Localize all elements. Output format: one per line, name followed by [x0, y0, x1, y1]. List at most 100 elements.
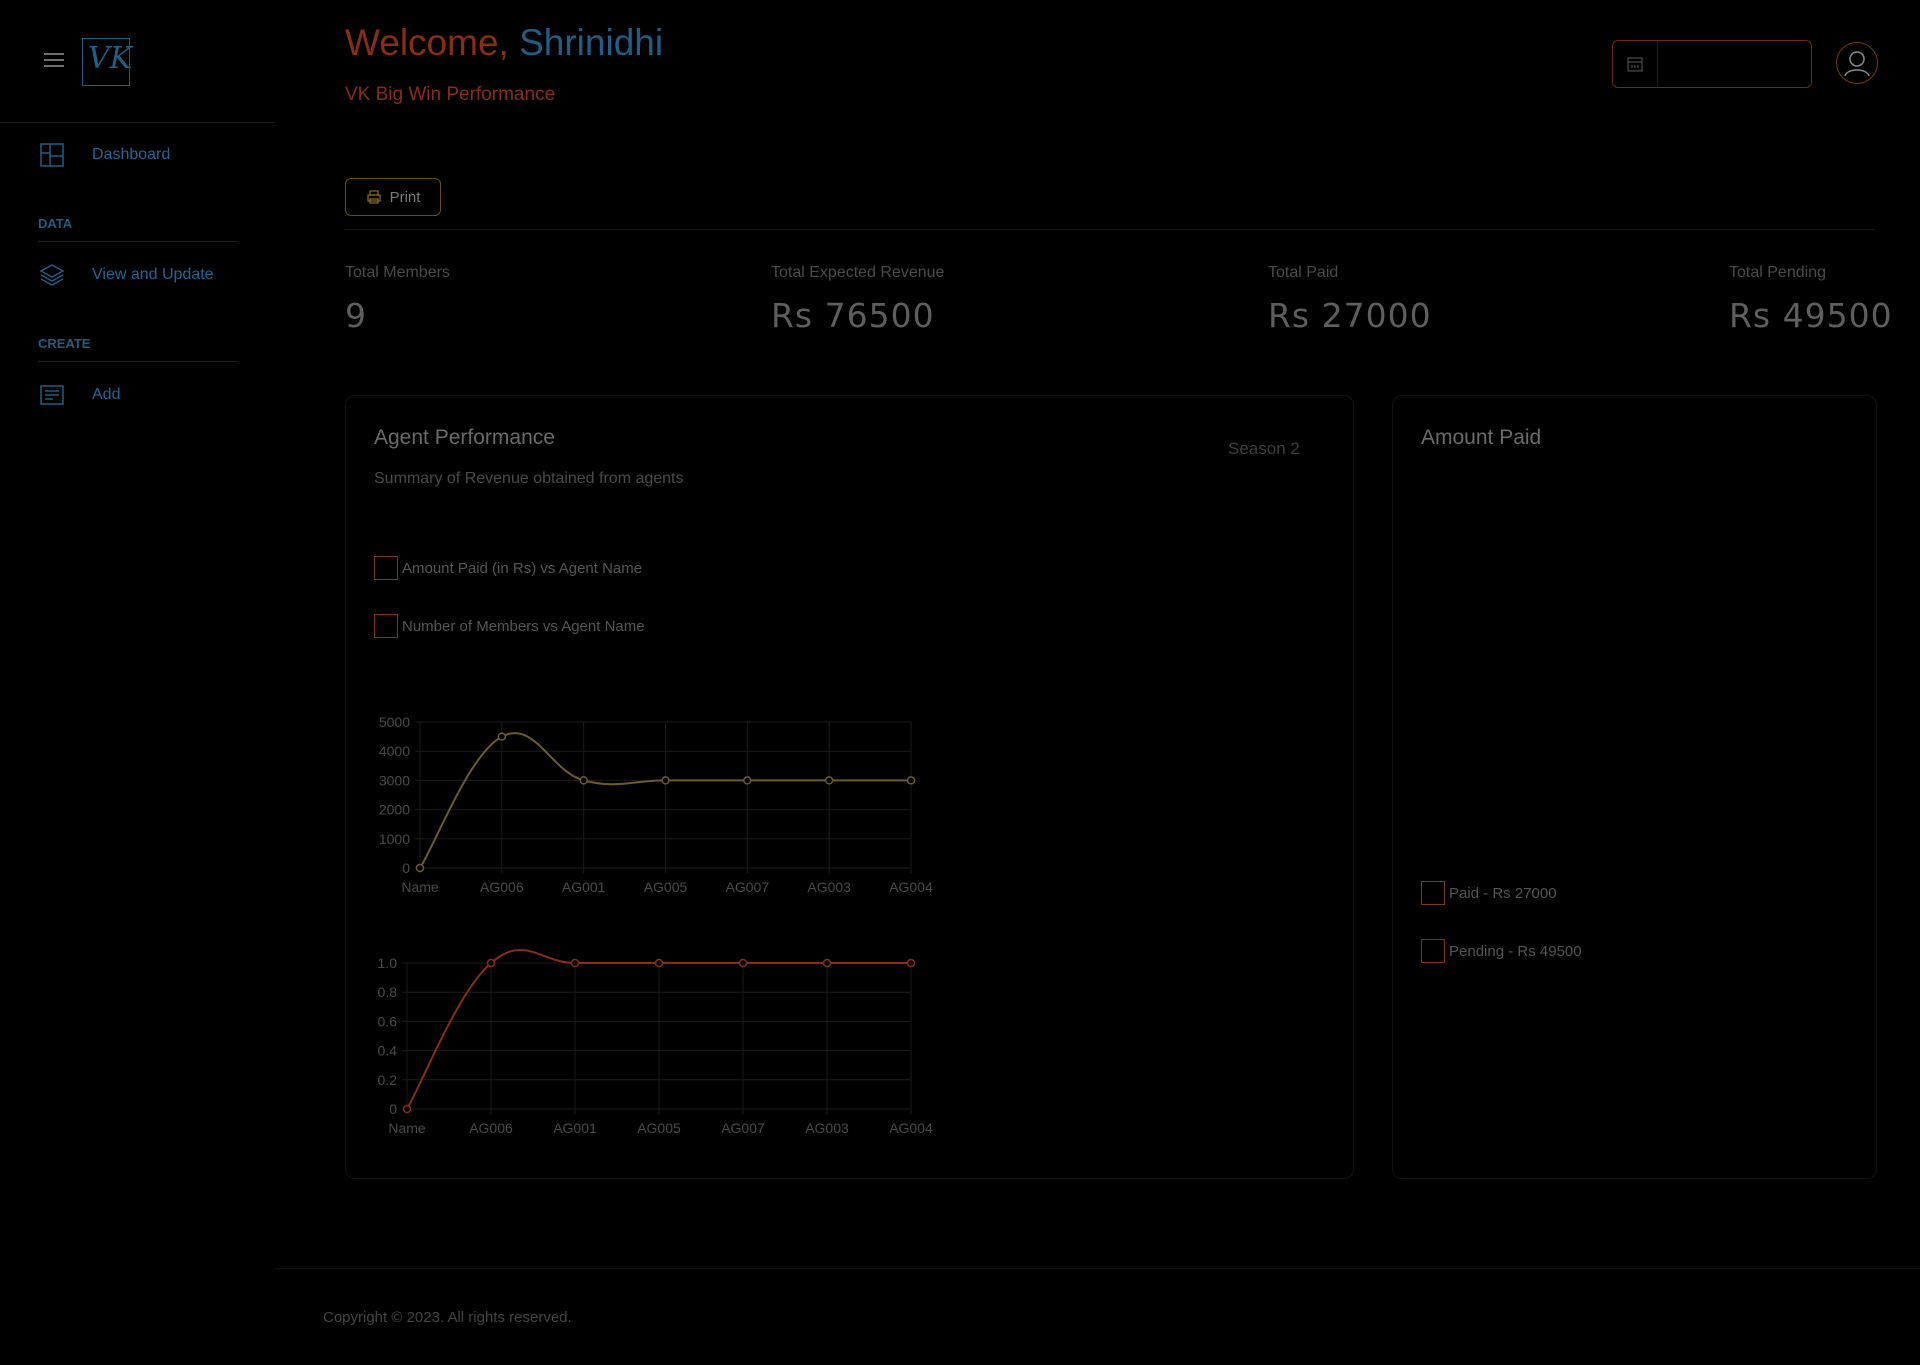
logo-text: VK — [88, 41, 133, 76]
stat-total-members: Total Members 9 — [345, 264, 450, 335]
x-tick-label: AG004 — [889, 1120, 933, 1136]
data-point — [906, 958, 916, 968]
data-point — [906, 776, 916, 785]
sidebar-item-label: Dashboard — [92, 146, 171, 163]
legend-label: Paid - Rs 27000 — [1449, 884, 1557, 902]
data-point — [743, 776, 752, 785]
stat-label: Total Expected Revenue — [771, 264, 945, 281]
data-point — [822, 958, 832, 968]
welcome-prefix: Welcome, — [345, 22, 509, 63]
x-tick-label: Name — [401, 879, 439, 895]
stat-label: Total Pending — [1729, 264, 1826, 281]
x-tick-label: AG005 — [637, 1120, 681, 1136]
legend-swatch — [1421, 939, 1445, 963]
sidebar-item-view-and-update[interactable]: View and Update — [38, 255, 248, 295]
form-icon — [40, 385, 64, 405]
dashboard-grid-icon — [40, 143, 64, 167]
sidebar-item-dashboard[interactable]: Dashboard — [38, 135, 248, 175]
y-tick-label: 0 — [389, 1101, 397, 1117]
page-title: Welcome, Shrinidhi — [345, 22, 663, 64]
section-divider — [38, 361, 238, 362]
stat-value: 9 — [345, 296, 367, 335]
divider — [345, 229, 1875, 230]
legend-item-amount-paid[interactable]: Amount Paid (in Rs) vs Agent Name — [374, 556, 642, 580]
footer-divider — [275, 1268, 1920, 1269]
y-tick-label: 0.2 — [378, 1072, 398, 1088]
stat-value: Rs 27000 — [1268, 296, 1432, 335]
layers-icon — [39, 264, 65, 286]
x-tick-label: AG006 — [480, 879, 524, 895]
y-tick-label: 5000 — [379, 714, 410, 730]
printer-icon — [366, 190, 381, 204]
x-tick-label: AG007 — [726, 879, 770, 895]
legend-item-paid[interactable]: Paid - Rs 27000 — [1421, 881, 1557, 905]
section-label-create: CREATE — [38, 336, 91, 351]
y-tick-label: 4000 — [379, 743, 410, 759]
agent-performance-card: Agent Performance Summary of Revenue obt… — [345, 395, 1354, 1179]
y-tick-label: 0.8 — [378, 984, 398, 1000]
y-tick-label: 2000 — [379, 802, 410, 818]
card-title: Agent Performance — [374, 426, 555, 449]
legend-item-pending[interactable]: Pending - Rs 49500 — [1421, 939, 1582, 963]
section-label-data: DATA — [38, 216, 73, 231]
legend-item-number-of-members[interactable]: Number of Members vs Agent Name — [374, 614, 645, 638]
season-label: Season 2 — [1228, 439, 1300, 458]
data-point — [486, 958, 496, 968]
stat-label: Total Members — [345, 264, 450, 281]
legend-label: Pending - Rs 49500 — [1449, 942, 1582, 960]
sidebar-item-add[interactable]: Add — [38, 375, 248, 415]
sidebar-divider — [0, 122, 275, 123]
legend-swatch — [374, 614, 398, 638]
y-tick-label: 0.4 — [378, 1043, 398, 1059]
section-divider — [38, 241, 238, 242]
sidebar-item-label: View and Update — [92, 266, 214, 283]
y-tick-label: 1.0 — [378, 955, 398, 971]
data-point — [402, 1104, 412, 1114]
data-point — [738, 958, 748, 968]
y-tick-label: 0 — [402, 860, 410, 876]
stat-label: Total Paid — [1268, 264, 1339, 281]
data-point — [579, 776, 588, 785]
page-subtitle: VK Big Win Performance — [345, 84, 556, 105]
stat-total-expected-revenue: Total Expected Revenue Rs 76500 — [771, 264, 944, 335]
data-point — [570, 958, 580, 968]
x-tick-label: AG005 — [644, 879, 688, 895]
x-tick-label: AG003 — [805, 1120, 849, 1136]
y-tick-label: 3000 — [379, 772, 410, 788]
data-point — [661, 776, 670, 785]
print-label: Print — [389, 188, 421, 206]
hamburger-menu-icon[interactable] — [42, 48, 66, 72]
x-tick-label: AG003 — [807, 879, 851, 895]
calendar-icon[interactable] — [1613, 41, 1658, 87]
user-name: Shrinidhi — [519, 22, 664, 63]
x-tick-label: Name — [388, 1120, 426, 1136]
footer-copyright: Copyright © 2023. All rights reserved. — [323, 1309, 572, 1326]
data-point — [415, 863, 425, 873]
card-subtitle: Summary of Revenue obtained from agents — [374, 470, 684, 487]
legend-swatch — [374, 556, 398, 580]
data-point — [497, 732, 507, 741]
y-tick-label: 1000 — [379, 831, 410, 847]
logo: VK — [82, 38, 133, 86]
print-button[interactable]: Print — [345, 178, 441, 216]
stat-total-paid: Total Paid Rs 27000 — [1268, 264, 1432, 335]
stat-value: Rs 49500 — [1729, 296, 1893, 335]
legend-label: Number of Members vs Agent Name — [402, 617, 645, 635]
date-input[interactable] — [1666, 55, 1810, 73]
legend-swatch — [1421, 881, 1445, 905]
x-tick-label: AG001 — [562, 879, 606, 895]
stat-value: Rs 76500 — [771, 296, 935, 335]
card-title: Amount Paid — [1421, 426, 1542, 449]
x-tick-label: AG004 — [889, 879, 933, 895]
x-tick-label: AG007 — [721, 1120, 765, 1136]
amount-paid-line-chart: 0 1000 2000 3000 4000 5000 Name AG006 AG001 AG005… — [379, 714, 933, 895]
sidebar-item-label: Add — [92, 386, 121, 403]
x-tick-label: AG001 — [553, 1120, 597, 1136]
user-avatar-icon[interactable] — [1836, 42, 1878, 84]
amount-paid-card: Amount Paid Paid - Rs 27000 Pending - Rs… — [1392, 395, 1877, 1179]
data-point — [824, 776, 834, 785]
y-tick-label: 0.6 — [378, 1013, 398, 1029]
date-picker[interactable] — [1612, 40, 1812, 88]
members-line-chart: 0 0.2 0.4 0.6 0.8 1.0 Name AG006 AG001 AG005 AG007… — [378, 949, 933, 1136]
data-point — [654, 958, 664, 968]
